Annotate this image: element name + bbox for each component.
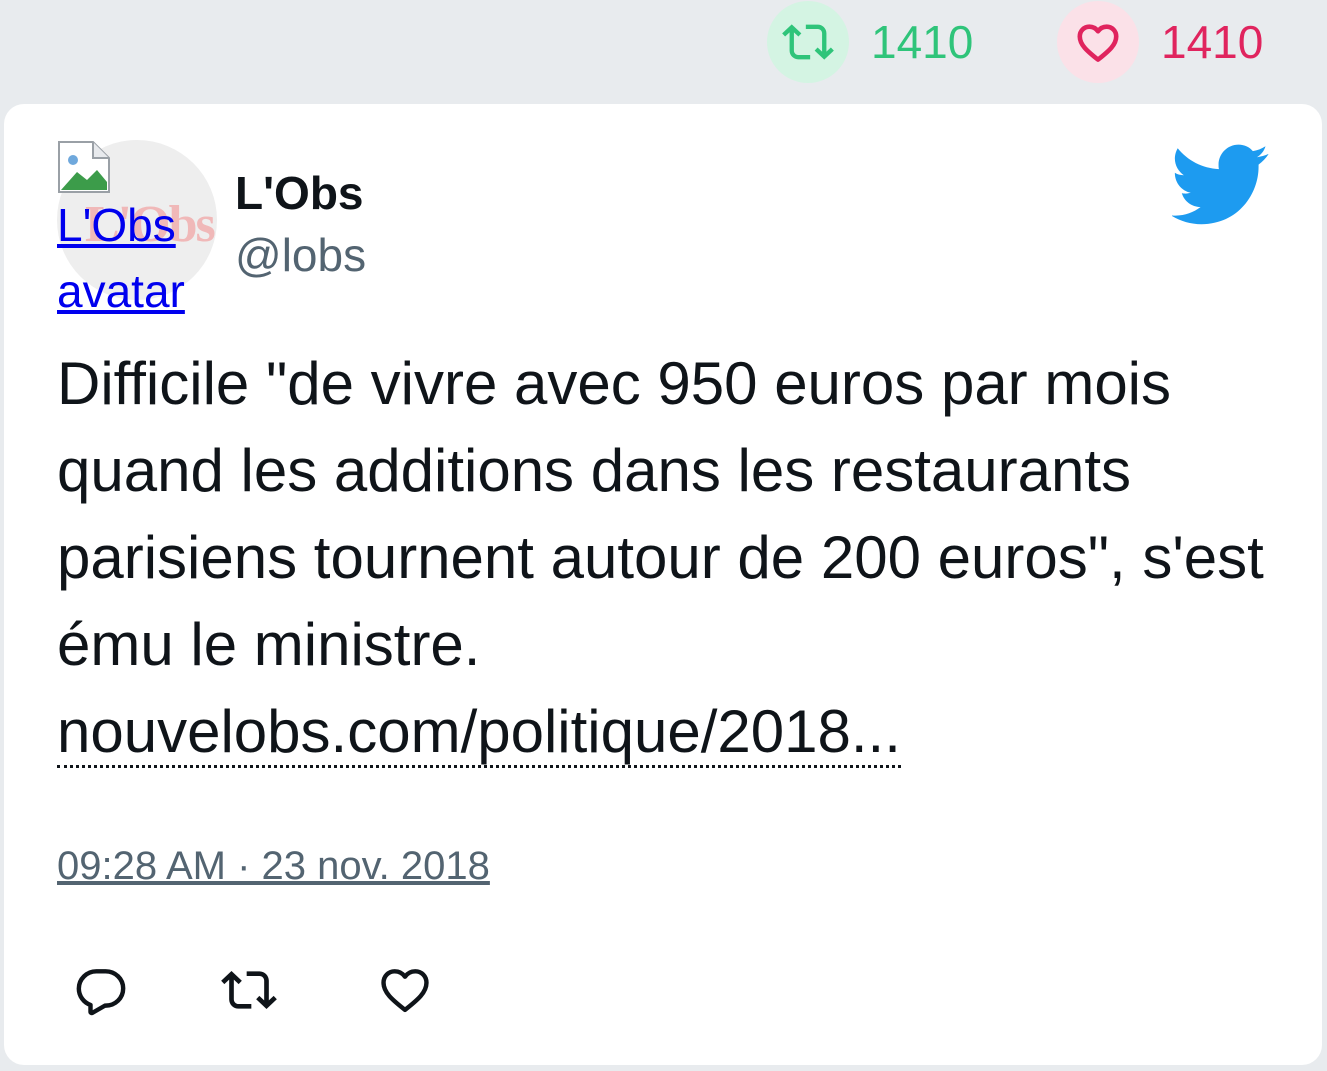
like-stat[interactable]: 1410 bbox=[1057, 0, 1263, 84]
like-stat-icon-circle[interactable] bbox=[1057, 1, 1139, 83]
retweet-icon[interactable] bbox=[221, 962, 277, 1018]
author-handle[interactable]: @lobs bbox=[235, 228, 366, 282]
broken-image-icon bbox=[58, 141, 110, 193]
tweet-timestamp[interactable]: 09:28 AM · 23 nov. 2018 bbox=[57, 844, 490, 889]
like-count: 1410 bbox=[1161, 16, 1264, 68]
tweet-text: Difficile "de vivre avec 950 euros par m… bbox=[57, 340, 1267, 775]
tweet-body: Difficile "de vivre avec 950 euros par m… bbox=[57, 350, 1264, 678]
twitter-bird-icon[interactable] bbox=[1172, 144, 1270, 226]
heart-icon bbox=[1077, 24, 1119, 62]
retweet-count: 1410 bbox=[871, 16, 974, 68]
reply-icon[interactable] bbox=[73, 962, 129, 1018]
retweet-stat-icon-circle[interactable] bbox=[767, 1, 849, 83]
avatar-alt-text[interactable]: L'Obs avatar bbox=[57, 192, 257, 324]
avatar[interactable]: L'Obs L'Obs avatar bbox=[57, 140, 217, 317]
retweet-stat[interactable]: 1410 bbox=[767, 0, 973, 84]
tweet-link[interactable]: nouvelobs.com/politique/2018... bbox=[57, 698, 901, 768]
retweet-icon bbox=[782, 24, 834, 60]
author-name[interactable]: L'Obs bbox=[235, 166, 364, 220]
engagement-bar: 1410 1410 bbox=[0, 0, 1327, 100]
tweet-card: L'Obs L'Obs avatar L'Obs @lobs Difficile… bbox=[4, 104, 1322, 1065]
heart-icon[interactable] bbox=[377, 962, 433, 1018]
